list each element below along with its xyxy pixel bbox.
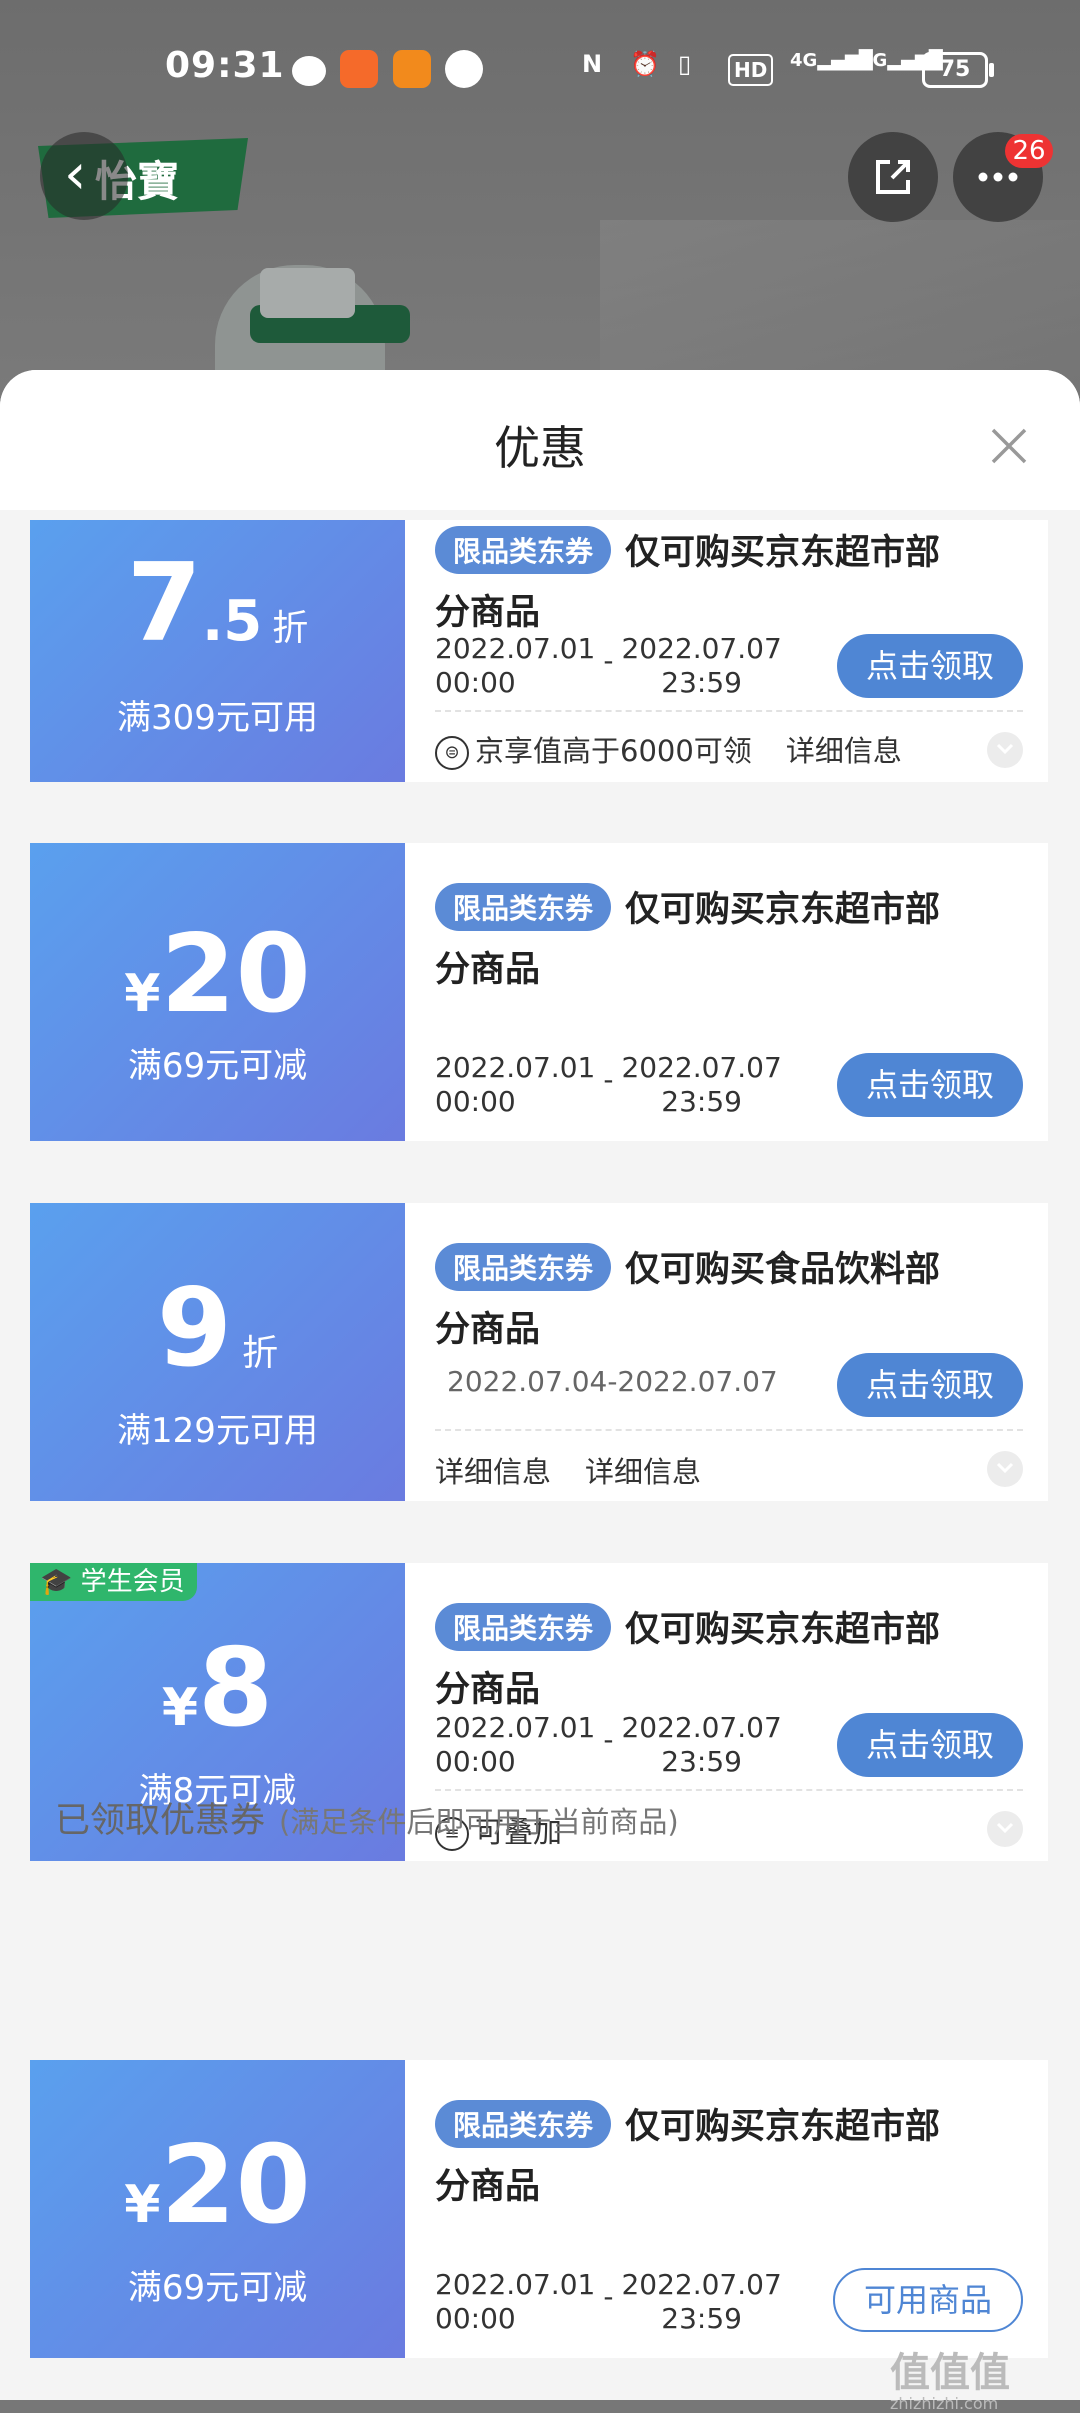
app-notification-icon <box>445 50 483 88</box>
claim-button[interactable]: 点击领取 <box>837 1053 1023 1117</box>
coupon-divider <box>435 1429 1023 1431</box>
coupon-divider <box>435 710 1023 712</box>
coupon-divider <box>435 1789 1023 1791</box>
coupon-validity: 2022.07.01 00:00- 2022.07.07 23:59 <box>435 632 782 699</box>
status-bar: 09:31 N ⏰ ▯ HD 4G▂▄▆█ 5G▂▄▆█ 75 <box>0 0 1080 135</box>
coupon-title: 限品类东券 仅可购买京东超市部 <box>435 2098 940 2149</box>
coupon-value-panel: 9折 满129元可用 <box>24 1203 405 1501</box>
coupon-title: 限品类东券 仅可购买食品饮料部 <box>435 1241 940 1292</box>
claimed-section-hint: (满足条件后即可用于当前商品) <box>279 1805 679 1839</box>
coupon-amount: ¥20 <box>124 2123 311 2248</box>
coupon-title: 限品类东券 仅可购买京东超市部 <box>435 524 940 575</box>
close-icon[interactable] <box>985 422 1033 470</box>
coupon-validity: 2022.07.01 00:00- 2022.07.07 23:59 <box>435 1051 782 1118</box>
status-time: 09:31 <box>165 45 285 86</box>
sheet-header: 优惠 <box>0 370 1080 510</box>
claimed-section-header: 已领取优惠券 (满足条件后即可用于当前商品) <box>55 1792 679 1843</box>
coupon-type-tag: 限品类东券 <box>435 1242 612 1291</box>
claim-button[interactable]: 点击领取 <box>837 1353 1023 1417</box>
coupon-title-line2: 分商品 <box>435 1310 541 1350</box>
share-button[interactable] <box>848 132 938 222</box>
coupon-validity: 2022.07.01 00:00- 2022.07.07 23:59 <box>435 2268 782 2335</box>
coupon-title-line2: 分商品 <box>435 950 541 990</box>
expand-toggle[interactable] <box>987 1451 1023 1487</box>
details-link[interactable]: 详细信息 <box>786 734 902 768</box>
share-icon <box>876 160 910 194</box>
coupon-sheet: 优惠 7.5 折 满309元可用 限品类东券 仅可购买京东超市部 分商品 2022.… <box>0 370 1080 2400</box>
coupon-type-tag: 限品类东券 <box>435 525 612 574</box>
claim-button[interactable]: 点击领取 <box>837 1713 1023 1777</box>
coupon-card: 9折 满129元可用 限品类东券 仅可购买食品饮料部 分商品 2022.07.04… <box>24 1203 1048 1501</box>
coupon-card: ¥20 满69元可减 限品类东券 仅可购买京东超市部 分商品 2022.07.01… <box>24 843 1048 1141</box>
coupon-amount: ¥20 <box>124 912 311 1037</box>
coupon-value-panel: ¥20 满69元可减 <box>24 843 405 1141</box>
student-member-badge: 🎓 学生会员 <box>30 1563 197 1601</box>
claimed-section-label: 已领取优惠券 <box>55 1801 266 1841</box>
hd-icon: HD <box>728 54 774 86</box>
wechat-icon <box>292 56 326 86</box>
coupon-type-tag: 限品类东券 <box>435 1602 612 1651</box>
coupon-title-line2: 分商品 <box>435 2167 541 2207</box>
coupon-details: 限品类东券 仅可购买食品饮料部 分商品 2022.07.04-2022.07.07… <box>435 1203 1023 1501</box>
details-link[interactable]: 详细信息 <box>585 1455 701 1489</box>
claim-button[interactable]: 点击领取 <box>837 634 1023 698</box>
member-icon: ⊜ <box>435 736 469 770</box>
coupon-requirement: 京享值高于6000可领 <box>475 734 752 768</box>
coupon-details: 限品类东券 仅可购买京东超市部 分商品 2022.07.01 00:00- 2022.… <box>435 520 1023 782</box>
nfc-icon: N <box>582 50 603 78</box>
coupon-condition: 满129元可用 <box>117 1411 318 1451</box>
coupon-footer: ⊜ 京享值高于6000可领 详细信息 <box>435 728 1023 770</box>
chevron-down-icon <box>996 1462 1014 1474</box>
coupon-value-panel: ¥20 满69元可减 <box>24 2060 405 2358</box>
notification-badge: 26 <box>1005 134 1053 168</box>
chevron-down-icon <box>996 1822 1014 1834</box>
coupon-type-tag: 限品类东券 <box>435 2099 612 2148</box>
coupon-title-line2: 分商品 <box>435 593 541 633</box>
coupon-value-panel: 7.5 折 满309元可用 <box>24 520 405 782</box>
coupon-title-line2: 分商品 <box>435 1670 541 1710</box>
graduation-cap-icon: 🎓 <box>40 1567 73 1597</box>
chevron-down-icon <box>996 743 1014 755</box>
coupon-condition: 满309元可用 <box>117 698 318 738</box>
coupon-amount: ¥8 <box>161 1626 274 1751</box>
vibrate-icon: ▯ <box>678 50 692 78</box>
coupon-title: 限品类东券 仅可购买京东超市部 <box>435 881 940 932</box>
coupon-title: 限品类东券 仅可购买京东超市部 <box>435 1601 940 1652</box>
coupon-details: 限品类东券 仅可购买京东超市部 分商品 2022.07.01 00:00- 2022.… <box>435 2060 1023 2358</box>
back-button[interactable]: ‹ <box>40 132 128 220</box>
bottle-cap <box>260 268 355 318</box>
coupon-card: 7.5 折 满309元可用 限品类东券 仅可购买京东超市部 分商品 2022.07.… <box>24 520 1048 782</box>
expand-toggle[interactable] <box>987 732 1023 768</box>
site-watermark: 值值值 zhizhizhi.com <box>890 2350 1010 2413</box>
sheet-title: 优惠 <box>494 421 586 475</box>
alarm-icon: ⏰ <box>630 50 660 78</box>
coupon-validity: 2022.07.04-2022.07.07 <box>447 1365 778 1398</box>
expand-toggle[interactable] <box>987 1811 1023 1847</box>
available-products-button[interactable]: 可用商品 <box>833 2268 1023 2332</box>
app-notification-icon <box>340 50 378 88</box>
uc-browser-icon <box>393 50 431 88</box>
battery-indicator: 75 <box>922 52 994 88</box>
coupon-footer: 详细信息 详细信息 <box>435 1449 1023 1491</box>
claimed-coupon-card: ¥20 满69元可减 限品类东券 仅可购买京东超市部 分商品 2022.07.01… <box>24 2060 1048 2358</box>
coupon-amount: 7.5 折 <box>126 541 309 666</box>
coupon-condition: 满69元可减 <box>127 2268 308 2308</box>
details-link[interactable]: 详细信息 <box>435 1455 551 1489</box>
coupon-amount: 9折 <box>156 1266 279 1391</box>
coupon-condition: 满69元可减 <box>127 1046 308 1086</box>
coupon-validity: 2022.07.01 00:00- 2022.07.07 23:59 <box>435 1711 782 1778</box>
coupon-details: 限品类东券 仅可购买京东超市部 分商品 2022.07.01 00:00- 2022.… <box>435 843 1023 1141</box>
back-arrow-icon: ‹ <box>64 142 87 207</box>
coupon-type-tag: 限品类东券 <box>435 882 612 931</box>
